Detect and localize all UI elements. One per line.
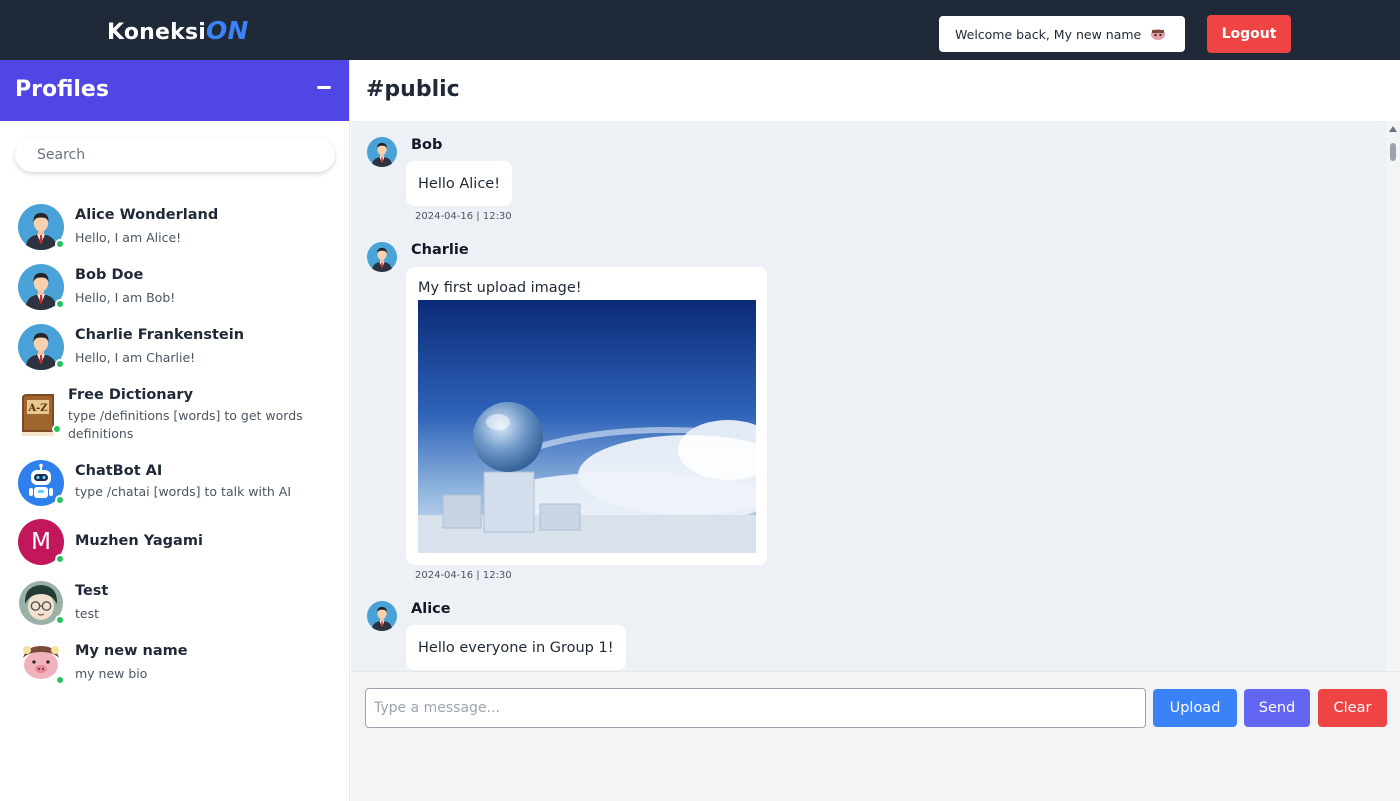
businessman-icon bbox=[18, 204, 65, 250]
search-input[interactable] bbox=[37, 146, 317, 163]
welcome-badge: Welcome back, My new name bbox=[939, 16, 1185, 52]
top-navbar: KoneksiON Welcome back, My new name Logo… bbox=[0, 0, 1400, 60]
profile-item-free-dictionary[interactable]: A-Z Free Dictionary type /definitions [w… bbox=[18, 382, 338, 446]
message-text: Hello Alice! bbox=[418, 175, 501, 192]
message-scrollbar[interactable] bbox=[1386, 121, 1400, 671]
online-status-dot bbox=[55, 554, 65, 564]
sidebar-header: Profiles bbox=[0, 60, 349, 121]
online-status-dot bbox=[55, 495, 65, 505]
scroll-up-arrow-icon[interactable] bbox=[1389, 126, 1397, 132]
profile-bio: Hello, I am Charlie! bbox=[75, 350, 196, 365]
profile-name: Free Dictionary bbox=[68, 387, 194, 403]
profile-item-my-new-name[interactable]: My new name my new bio bbox=[18, 638, 338, 688]
message-list[interactable]: Bob Hello Alice! 2024-04-16 | 12:30 Char… bbox=[351, 121, 1386, 671]
anime-boy-icon bbox=[18, 580, 65, 626]
profile-bio: my new bio bbox=[75, 666, 148, 681]
profile-item-chatbot-ai[interactable]: ChatBot AI type /chatai [words] to talk … bbox=[18, 458, 338, 508]
online-status-dot bbox=[55, 675, 65, 685]
message-input[interactable] bbox=[365, 688, 1146, 728]
avatar-letter: M bbox=[31, 529, 51, 555]
profile-item-test[interactable]: Test test bbox=[18, 578, 338, 628]
logo-accent-text: ON bbox=[206, 16, 249, 45]
pig-character-icon bbox=[18, 640, 65, 686]
businessman-icon bbox=[18, 324, 65, 370]
image-message-bubble: My first upload image! bbox=[406, 267, 767, 565]
profile-bio: Hello, I am Bob! bbox=[75, 290, 176, 305]
channel-title: #public bbox=[366, 77, 460, 102]
upload-button[interactable]: Upload bbox=[1153, 689, 1237, 727]
welcome-text: Welcome back, My new name bbox=[955, 26, 1142, 42]
message-timestamp: 2024-04-16 | 12:30 bbox=[415, 211, 512, 222]
online-status-dot bbox=[55, 615, 65, 625]
uploaded-image[interactable] bbox=[418, 300, 756, 553]
logout-button[interactable]: Logout bbox=[1207, 15, 1291, 53]
profile-item-alice[interactable]: Alice Wonderland Hello, I am Alice! bbox=[18, 202, 338, 252]
logo-main-text: Koneksi bbox=[107, 20, 207, 45]
profile-item-charlie[interactable]: Charlie Frankenstein Hello, I am Charlie… bbox=[18, 322, 338, 372]
profile-name: Test bbox=[75, 583, 109, 599]
profile-name: My new name bbox=[75, 643, 188, 659]
profiles-sidebar: Profiles Alice Wonderland Hello, I am Al… bbox=[0, 60, 350, 801]
profile-name: Muzhen Yagami bbox=[75, 533, 203, 549]
search-box bbox=[15, 137, 335, 172]
online-status-dot bbox=[55, 299, 65, 309]
send-button[interactable]: Send bbox=[1244, 689, 1310, 727]
profile-bio: type /chatai [words] to talk with AI bbox=[75, 484, 292, 499]
message-timestamp: 2024-04-16 | 12:30 bbox=[415, 570, 512, 581]
message-sender: Bob bbox=[411, 137, 443, 153]
profile-bio: test bbox=[75, 606, 100, 621]
app-logo[interactable]: KoneksiON bbox=[107, 16, 249, 45]
message-sender: Alice bbox=[411, 601, 451, 617]
profile-bio: type /definitions [words] to get words d… bbox=[68, 408, 303, 441]
channel-header: #public bbox=[351, 60, 1400, 121]
message-composer: Upload Send Clear bbox=[351, 671, 1400, 741]
message-bubble: Hello Alice! bbox=[406, 161, 513, 206]
message-text: Hello everyone in Group 1! bbox=[418, 639, 614, 656]
message-sender: Charlie bbox=[411, 242, 469, 258]
profile-name: Charlie Frankenstein bbox=[75, 327, 245, 343]
profile-item-muzhen-yagami[interactable]: M Muzhen Yagami bbox=[18, 518, 338, 568]
pig-character-icon bbox=[1150, 27, 1166, 41]
scroll-thumb[interactable] bbox=[1390, 143, 1396, 161]
message-text: My first upload image! bbox=[418, 280, 582, 296]
profile-name: ChatBot AI bbox=[75, 463, 163, 479]
profile-name: Bob Doe bbox=[75, 267, 144, 283]
message-bubble: Hello everyone in Group 1! bbox=[406, 625, 626, 670]
profile-name: Alice Wonderland bbox=[75, 207, 219, 223]
online-status-dot bbox=[52, 424, 62, 434]
sidebar-title: Profiles bbox=[15, 77, 109, 102]
online-status-dot bbox=[55, 239, 65, 249]
profile-bio: Hello, I am Alice! bbox=[75, 230, 182, 245]
robot-icon bbox=[18, 460, 65, 506]
businessman-icon bbox=[367, 137, 397, 167]
dictionary-book-icon: A-Z bbox=[18, 392, 62, 438]
businessman-icon bbox=[367, 601, 397, 631]
online-status-dot bbox=[55, 359, 65, 369]
businessman-icon bbox=[18, 264, 65, 310]
collapse-icon[interactable] bbox=[317, 80, 331, 94]
businessman-icon bbox=[367, 242, 397, 272]
svg-text:A-Z: A-Z bbox=[27, 403, 47, 414]
letter-avatar: M bbox=[18, 519, 65, 565]
clear-button[interactable]: Clear bbox=[1318, 689, 1387, 727]
profile-item-bob[interactable]: Bob Doe Hello, I am Bob! bbox=[18, 262, 338, 312]
chat-panel: #public Bob Hello Alice! 2024-04-16 | 12… bbox=[351, 60, 1400, 801]
